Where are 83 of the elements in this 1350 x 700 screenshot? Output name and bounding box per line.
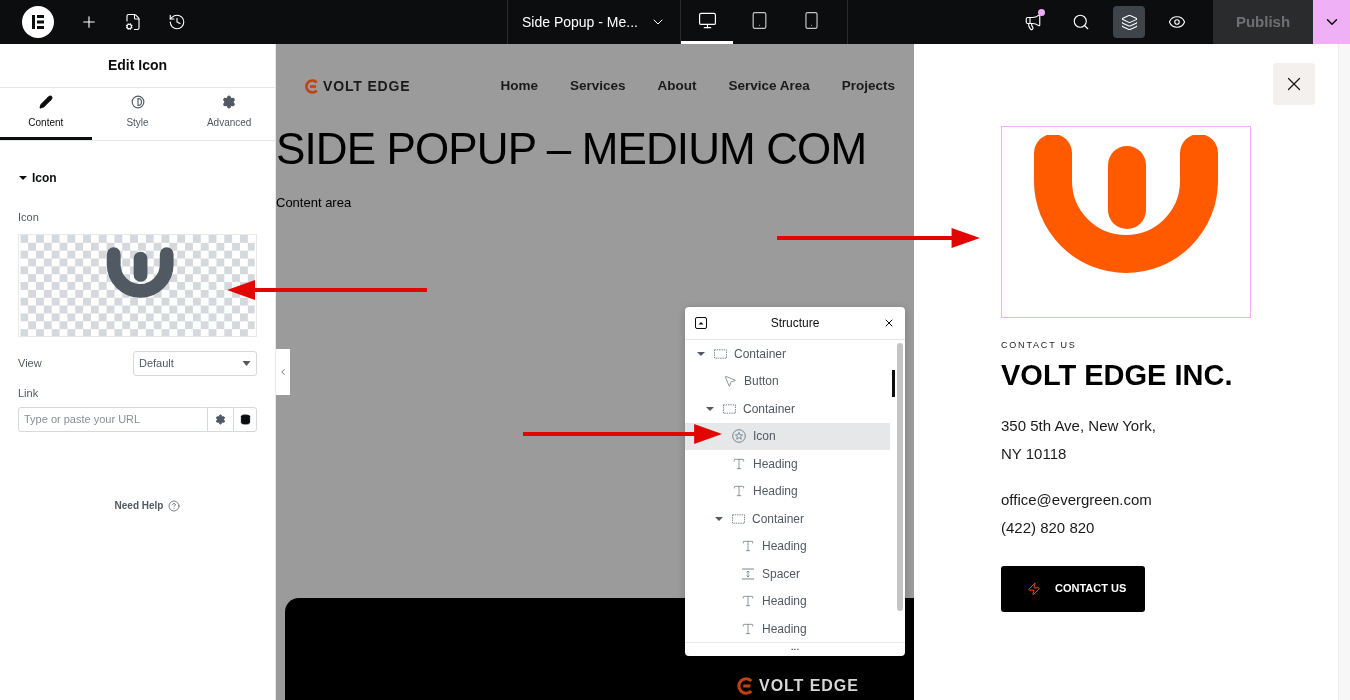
history-icon[interactable]: [168, 13, 186, 31]
field-label: Icon: [18, 210, 40, 225]
panel-tab[interactable]: Advanced: [183, 88, 275, 140]
gear-icon: [215, 414, 226, 425]
contact-button[interactable]: CONTACT US: [1001, 565, 1145, 612]
field-label: View: [18, 355, 42, 371]
close-button[interactable]: [1273, 63, 1315, 105]
eye-icon: [1168, 13, 1186, 31]
search-icon: [1072, 13, 1090, 31]
panel-tab[interactable]: Content: [0, 88, 92, 140]
heading-icon: [741, 539, 755, 554]
panel-tab[interactable]: Style: [91, 88, 184, 140]
container-icon: [732, 513, 745, 524]
close-icon[interactable]: [883, 317, 895, 329]
dock-icon[interactable]: [695, 317, 707, 329]
panel-title: Edit Icon: [107, 56, 168, 75]
nav-link[interactable]: Home: [500, 75, 538, 97]
view-select[interactable]: Default: [133, 350, 257, 376]
heading-icon: [741, 594, 755, 609]
content-tab-icon: [38, 95, 53, 109]
caret-icon[interactable]: [697, 349, 705, 358]
nav-link[interactable]: Projects: [841, 75, 896, 97]
caret-icon: [19, 174, 27, 182]
icon-preview[interactable]: [18, 233, 257, 337]
structure-item[interactable]: Icon: [685, 422, 890, 450]
logo-icon: [736, 677, 754, 695]
structure-title: Structure: [770, 315, 820, 332]
site-logo-text: VOLT EDGE: [323, 76, 411, 96]
page-heading: SIDE POPUP – MEDIUM COM: [276, 127, 867, 171]
heading-icon: [732, 484, 746, 499]
structure-item[interactable]: Container: [685, 395, 890, 423]
caret-icon[interactable]: [715, 514, 723, 523]
caret-icon: [242, 360, 251, 366]
logo-icon: [304, 78, 319, 94]
link-settings-button[interactable]: [208, 407, 233, 432]
structure-item[interactable]: Heading: [685, 615, 890, 642]
pointer-icon: [723, 374, 737, 389]
address-line: 350 5th Ave, New York,: [1001, 415, 1156, 436]
structure-item[interactable]: Heading: [685, 477, 890, 505]
megaphone-icon: [1024, 13, 1042, 31]
add-icon[interactable]: [80, 13, 98, 31]
footer-logo-text: VOLT EDGE: [759, 678, 859, 694]
structure-item[interactable]: Container: [685, 340, 890, 368]
layers-icon: [1120, 13, 1138, 31]
nav-link[interactable]: About: [657, 75, 697, 97]
page-scrollbar[interactable]: [1338, 44, 1350, 700]
style-tab-icon: [130, 95, 145, 109]
nav-link[interactable]: Service Area: [728, 75, 810, 97]
contact-line: (422) 820 820: [1001, 517, 1095, 538]
desktop-icon: [697, 11, 717, 30]
dynamic-tags-button[interactable]: [233, 407, 257, 432]
lightning-icon: [1027, 581, 1041, 596]
elementor-logo-icon[interactable]: [22, 6, 54, 38]
structure-item[interactable]: Heading: [685, 587, 890, 615]
eyebrow-text: CONTACT US: [1001, 339, 1077, 352]
url-field[interactable]: Type or paste your URL: [18, 407, 208, 432]
structure-button[interactable]: [1113, 6, 1145, 38]
structure-item[interactable]: Heading: [685, 532, 890, 560]
database-icon: [239, 414, 251, 425]
address-line: NY 10118: [1001, 443, 1067, 464]
icon-widget[interactable]: [1001, 126, 1251, 318]
field-label: Link: [18, 385, 40, 401]
advanced-tab-icon: [222, 95, 237, 109]
caret-icon[interactable]: [706, 404, 714, 413]
structure-item[interactable]: Spacer: [685, 560, 890, 588]
help-icon: [168, 499, 181, 512]
spacer-icon: [741, 566, 755, 581]
structure-item[interactable]: Heading: [685, 450, 890, 478]
contact-line: office@evergreen.com: [1001, 489, 1152, 510]
page-settings-icon[interactable]: [124, 13, 142, 31]
section-toggle[interactable]: Icon: [0, 169, 275, 187]
chevron-left-icon: [278, 367, 288, 377]
content-text: Content area: [276, 194, 352, 212]
container-icon: [723, 403, 736, 414]
heading-icon: [732, 456, 746, 471]
nav-link[interactable]: Services: [569, 75, 626, 97]
structure-item[interactable]: Container: [685, 505, 890, 533]
more-indicator: ...: [790, 642, 800, 652]
need-help-link[interactable]: Need Help: [114, 498, 181, 513]
company-name: VOLT EDGE INC.: [1001, 360, 1233, 390]
heading-icon: [741, 621, 755, 636]
structure-item[interactable]: Button: [685, 367, 890, 395]
container-icon: [714, 348, 727, 359]
